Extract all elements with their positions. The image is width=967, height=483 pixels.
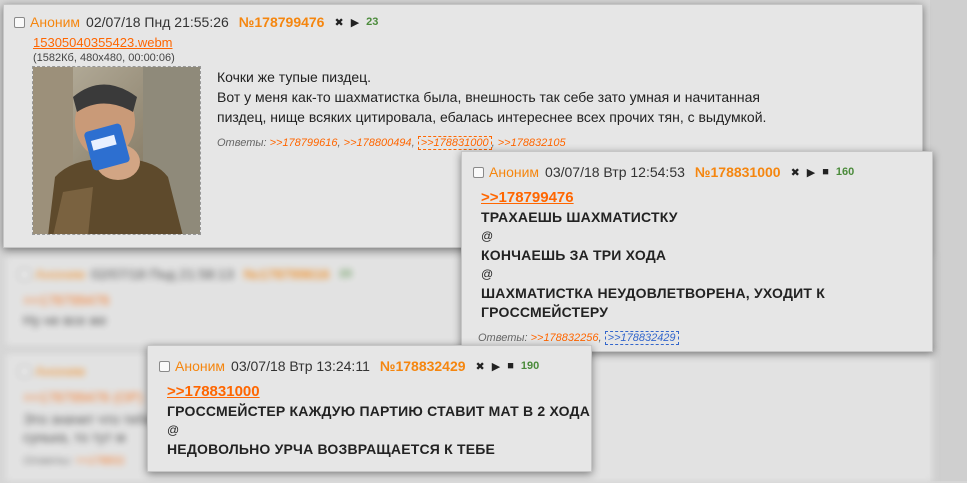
reply-ref-link[interactable]: >>178831000 [167, 383, 260, 400]
post-message: Кочки же тупые пиздец. Вот у меня как-то… [217, 67, 766, 127]
post-checkbox[interactable] [159, 360, 170, 372]
play-icon[interactable]: ▶ [351, 16, 359, 29]
message-line: НЕДОВОЛЬНО УРЧА ВОЗВРАЩАЕТСЯ К ТЕБЕ [167, 441, 496, 457]
replies: Ответы: >>178831 [23, 455, 125, 467]
post-number[interactable]: №178831000 [695, 164, 781, 180]
reply-link[interactable]: >>178832105 [498, 137, 566, 149]
replies-row: Ответы: >>178832256, >>178832429 [478, 331, 679, 345]
post-number[interactable]: №178832429 [380, 358, 466, 374]
poster-name: Аноним [175, 358, 226, 374]
post-count: 23 [366, 16, 379, 28]
post-message: ГРОССМЕЙСТЕР КАЖДУЮ ПАРТИЮ СТАВИТ МАТ В … [167, 402, 590, 459]
post-number: №178799616 [243, 266, 330, 282]
post-checkbox [19, 268, 30, 280]
reply-ref-link[interactable]: >>178799476 [481, 189, 574, 206]
reply-link-active[interactable]: >>178831000 [417, 136, 492, 150]
message-line: @ [481, 229, 494, 243]
file-link[interactable]: 15305040355423.webm [33, 35, 173, 50]
play-icon[interactable]: ▶ [807, 166, 815, 179]
post-count: 190 [520, 360, 540, 372]
video-thumbnail[interactable] [32, 66, 201, 235]
post-header: Аноним 03/07/18 Втр 13:24:11 №178832429 … [159, 358, 539, 374]
reply-link[interactable]: >>178832256 [531, 332, 599, 344]
replies-label: Ответы: [23, 455, 73, 467]
reply-ref: >>178799476 [23, 292, 110, 308]
message-line: ШАХМАТИСТКА НЕУДОВЛЕТВОРЕНА, УХОДИТ К [481, 285, 825, 301]
reply-link: >>178831 [75, 455, 126, 467]
message-line: @ [481, 267, 494, 281]
post-date: 03/07/18 Втр 12:54:53 [545, 164, 685, 180]
file-meta: (1582Кб, 480x480, 00:00:06) [33, 52, 175, 64]
post-count: 23 [339, 268, 352, 280]
close-icon[interactable]: ✖ [334, 16, 343, 29]
reply-link[interactable]: >>178800494 [344, 137, 412, 149]
message-line: КОНЧАЕШЬ ЗА ТРИ ХОДА [481, 247, 667, 263]
post-number[interactable]: №178799476 [239, 14, 325, 30]
replies-row: Ответы: >>178799616, >>178800494, >>1788… [217, 136, 566, 150]
post-checkbox[interactable] [473, 166, 484, 178]
replies-label: Ответы: [217, 137, 267, 149]
reply-link-active[interactable]: >>178832429 [604, 331, 679, 345]
poster-name: Аноним [35, 266, 86, 282]
post-178831000-popup: Аноним 03/07/18 Втр 12:54:53 №178831000 … [461, 151, 933, 352]
stop-icon[interactable]: ■ [822, 166, 829, 178]
post-message: ТРАХАЕШЬ ШАХМАТИСТКУ @ КОНЧАЕШЬ ЗА ТРИ Х… [481, 208, 825, 322]
poster-name: Аноним [35, 363, 86, 379]
close-icon[interactable]: ✖ [791, 166, 800, 179]
message-line: Кочки же тупые пиздец. [217, 69, 372, 85]
right-gutter [930, 0, 967, 481]
message-line: ГРОССМЕЙСТЕР КАЖДУЮ ПАРТИЮ СТАВИТ МАТ В … [167, 403, 591, 419]
reply-link[interactable]: >>178799616 [270, 137, 338, 149]
post-text-2: сунька, то тут м [23, 429, 126, 445]
play-icon[interactable]: ▶ [492, 360, 500, 373]
message-line: ТРАХАЕШЬ ШАХМАТИСТКУ [481, 209, 678, 225]
post-date: 02/07/18 Пнд 21:58:13 [91, 266, 234, 282]
post-checkbox [19, 365, 30, 377]
post-count: 160 [835, 166, 855, 178]
message-line: Вот у меня как-то шахматистка была, внеш… [217, 89, 760, 105]
poster-name: Аноним [489, 164, 540, 180]
message-line: @ [167, 423, 180, 437]
post-date: 02/07/18 Пнд 21:55:26 [86, 14, 229, 30]
poster-name: Аноним [30, 14, 81, 30]
reply-ref: >>178799476 (OP) [23, 389, 143, 405]
post-text: Ну не все же [23, 312, 107, 328]
post-178832429-popup: Аноним 03/07/18 Втр 13:24:11 №178832429 … [147, 345, 592, 472]
close-icon[interactable]: ✖ [476, 360, 485, 373]
message-line: пиздец, нище всяких цитировала, ебалась … [217, 109, 767, 125]
post-header: Аноним 02/07/18 Пнд 21:55:26 №178799476 … [14, 14, 378, 30]
message-line: ГРОССМЕЙСТЕРУ [481, 304, 609, 320]
post-date: 03/07/18 Втр 13:24:11 [231, 358, 370, 374]
post-header: Аноним 03/07/18 Втр 12:54:53 №178831000 … [473, 164, 854, 180]
post-checkbox[interactable] [14, 16, 25, 28]
thumbnail-image [33, 67, 200, 234]
replies-label: Ответы: [478, 332, 528, 344]
stop-icon[interactable]: ■ [507, 360, 514, 372]
